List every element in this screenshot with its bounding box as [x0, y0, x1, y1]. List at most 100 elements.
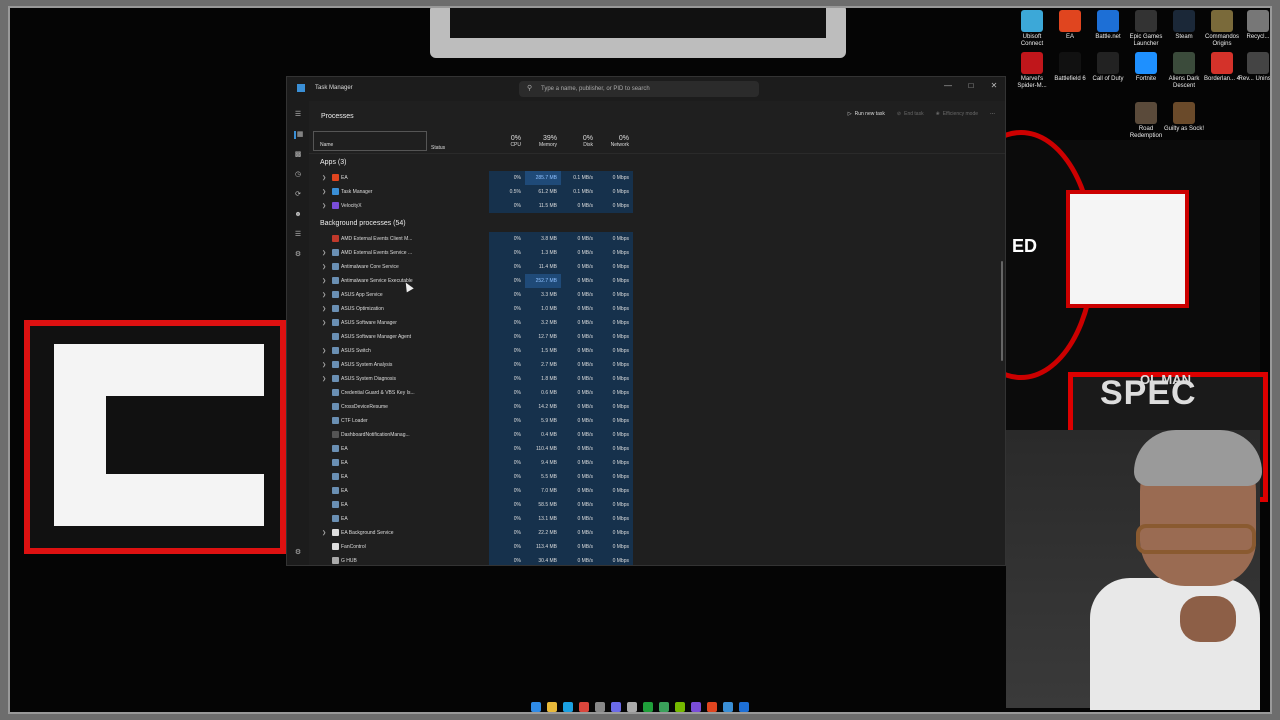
start-icon[interactable] [531, 702, 541, 712]
steam-icon[interactable] [627, 702, 637, 712]
table-row[interactable]: DashboardNotificationManag... 0% 0.4 MB 0 M… [309, 428, 1005, 442]
table-row[interactable]: ❯ ASUS Switch 0% 1.5 MB 0 MB/s 0 Mbps [309, 344, 1005, 358]
table-row[interactable]: Credential Guard & VBS Key Is... 0% 0.6 MB… [309, 386, 1005, 400]
desktop-shortcut[interactable]: Guilty as Sock! [1164, 102, 1204, 133]
column-network[interactable]: 0% Network [597, 135, 633, 148]
table-row[interactable]: ASUS Software Manager Agent 0% 12.7 MB 0 MB… [309, 330, 1005, 344]
hamburger-icon[interactable]: ☰ [294, 111, 302, 119]
memory-cell: 13.1 MB [525, 512, 561, 526]
expand-chevron-icon[interactable]: ❯ [322, 264, 326, 270]
desktop-shortcut[interactable]: Battle.net [1088, 10, 1128, 41]
app-icon[interactable] [707, 702, 717, 712]
table-row[interactable]: EA 0% 5.5 MB 0 MB/s 0 Mbps [309, 470, 1005, 484]
expand-chevron-icon[interactable]: ❯ [322, 203, 326, 209]
desktop-shortcut[interactable]: Steam [1164, 10, 1204, 41]
column-disk[interactable]: 0% Disk [561, 135, 597, 148]
search-input[interactable]: ⚲ Type a name, publisher, or PID to sear… [519, 81, 759, 97]
desktop-shortcut[interactable]: Call of Duty [1088, 52, 1128, 83]
task-manager-icon[interactable] [723, 702, 733, 712]
close-button[interactable]: ✕ [987, 81, 1001, 90]
table-row[interactable]: ❯ AMD External Events Service ... 0% 1.3 MB… [309, 246, 1005, 260]
table-row[interactable]: EA 0% 58.5 MB 0 MB/s 0 Mbps [309, 498, 1005, 512]
table-row[interactable]: FanControl 0% 113.4 MB 0 MB/s 0 Mbps [309, 540, 1005, 554]
disk-cell: 0 MB/s [561, 246, 597, 260]
column-name[interactable]: Name [313, 131, 427, 151]
table-row[interactable]: EA 0% 110.4 MB 0 MB/s 0 Mbps [309, 442, 1005, 456]
desktop-shortcut[interactable]: Commandos Origins [1202, 10, 1242, 48]
table-row[interactable]: ❯ EA Background Service 0% 22.2 MB 0 MB/s 0 M… [309, 526, 1005, 540]
end-task-button[interactable]: ⊘ End task [897, 111, 924, 117]
expand-chevron-icon[interactable]: ❯ [322, 250, 326, 256]
settings-gear-icon[interactable]: ⚙ [294, 549, 302, 557]
expand-chevron-icon[interactable]: ❯ [322, 306, 326, 312]
store-icon[interactable] [659, 702, 669, 712]
startup-apps-icon[interactable]: ⟳ [294, 191, 302, 199]
run-new-task-button[interactable]: ▷ Run new task [848, 111, 885, 117]
app-history-icon[interactable]: ◷ [294, 171, 302, 179]
performance-icon[interactable]: ▩ [294, 151, 302, 159]
desktop-shortcut[interactable]: Rev... Uninst... [1238, 52, 1278, 83]
table-row[interactable]: CTF Loader 0% 5.9 MB 0 MB/s 0 Mbps [309, 414, 1005, 428]
desktop-shortcut[interactable]: Recycl... [1238, 10, 1278, 41]
table-row[interactable]: ❯ Task Manager 0.5% 61.2 MB 0.1 MB/s 0 Mbps [309, 185, 1005, 199]
users-icon[interactable]: ☻ [294, 211, 302, 219]
desktop-shortcut[interactable]: Marvel's Spider-M... [1012, 52, 1052, 90]
task-manager-window[interactable]: Task Manager ⚲ Type a name, publisher, o… [286, 76, 1006, 566]
table-row[interactable]: ❯ Antimalware Service Executable 0% 252.7 M… [309, 274, 1005, 288]
desktop-shortcut[interactable]: Borderlan... 4 [1202, 52, 1242, 83]
app-icon[interactable] [739, 702, 749, 712]
process-icon [332, 403, 339, 410]
scrollbar[interactable] [1001, 261, 1003, 361]
table-row[interactable]: EA 0% 7.0 MB 0 MB/s 0 Mbps [309, 484, 1005, 498]
minimize-button[interactable]: — [941, 81, 955, 90]
settings-icon[interactable] [595, 702, 605, 712]
column-memory[interactable]: 39% Memory [525, 135, 561, 148]
nvidia-icon[interactable] [675, 702, 685, 712]
process-name: ASUS Software Manager Agent [341, 334, 412, 340]
table-row[interactable]: ❯ ASUS App Service 0% 3.3 MB 0 MB/s 0 Mbps [309, 288, 1005, 302]
table-row[interactable]: CrossDeviceResume 0% 14.2 MB 0 MB/s 0 Mbps [309, 400, 1005, 414]
xbox-icon[interactable] [643, 702, 653, 712]
table-row[interactable]: G HUB 0% 30.4 MB 0 MB/s 0 Mbps [309, 554, 1005, 565]
table-row[interactable]: ❯ Antimalware Core Service 0% 11.4 MB 0 MB/s… [309, 260, 1005, 274]
desktop-shortcut[interactable]: Battlefield 6 [1050, 52, 1090, 83]
expand-chevron-icon[interactable]: ❯ [322, 175, 326, 181]
desktop-shortcut[interactable]: Fortnite [1126, 52, 1166, 83]
expand-chevron-icon[interactable]: ❯ [322, 348, 326, 354]
table-row[interactable]: ❯ ASUS Optimization 0% 1.0 MB 0 MB/s 0 Mbps [309, 302, 1005, 316]
expand-chevron-icon[interactable]: ❯ [322, 292, 326, 298]
table-row[interactable]: AMD External Events Client M... 0% 3.8 MB 0… [309, 232, 1005, 246]
desktop-shortcut[interactable]: Epic Games Launcher [1126, 10, 1166, 48]
app-icon[interactable] [691, 702, 701, 712]
services-icon[interactable]: ⚙ [294, 251, 302, 259]
discord-icon[interactable] [611, 702, 621, 712]
efficiency-mode-button[interactable]: ❀ Efficiency mode [936, 111, 978, 117]
edge-icon[interactable] [563, 702, 573, 712]
table-row[interactable]: ❯ ASUS System Analysis 0% 2.7 MB 0 MB/s 0 Mbp… [309, 358, 1005, 372]
expand-chevron-icon[interactable]: ❯ [322, 530, 326, 536]
table-row[interactable]: ❯ EA 0% 285.7 MB 0.1 MB/s 0 Mbps [309, 171, 1005, 185]
desktop-shortcut[interactable]: Ubisoft Connect [1012, 10, 1052, 48]
title-bar[interactable]: Task Manager ⚲ Type a name, publisher, o… [287, 77, 1005, 101]
expand-chevron-icon[interactable]: ❯ [322, 278, 326, 284]
table-row[interactable]: EA 0% 9.4 MB 0 MB/s 0 Mbps [309, 456, 1005, 470]
more-options-button[interactable]: ⋯ [990, 111, 995, 117]
table-row[interactable]: ❯ VelocityX 0% 11.5 MB 0 MB/s 0 Mbps [309, 199, 1005, 213]
table-row[interactable]: ❯ ASUS Software Manager 0% 3.2 MB 0 MB/s 0 Mb… [309, 316, 1005, 330]
expand-chevron-icon[interactable]: ❯ [322, 362, 326, 368]
file-explorer-icon[interactable] [547, 702, 557, 712]
expand-chevron-icon[interactable]: ❯ [322, 189, 326, 195]
desktop-shortcut[interactable]: EA [1050, 10, 1090, 41]
table-row[interactable]: EA 0% 13.1 MB 0 MB/s 0 Mbps [309, 512, 1005, 526]
expand-chevron-icon[interactable]: ❯ [322, 320, 326, 326]
column-status[interactable]: Status [431, 145, 445, 151]
expand-chevron-icon[interactable]: ❯ [322, 376, 326, 382]
desktop-shortcut[interactable]: Aliens Dark Descent [1164, 52, 1204, 90]
processes-icon[interactable]: ▦ [294, 131, 304, 139]
details-icon[interactable]: ☰ [294, 231, 302, 239]
column-cpu[interactable]: 0% CPU [489, 135, 525, 148]
desktop-shortcut[interactable]: Road Redemption [1126, 102, 1166, 140]
table-row[interactable]: ❯ ASUS System Diagnosis 0% 1.8 MB 0 MB/s 0 Mb… [309, 372, 1005, 386]
chrome-icon[interactable] [579, 702, 589, 712]
maximize-button[interactable]: □ [964, 81, 978, 90]
